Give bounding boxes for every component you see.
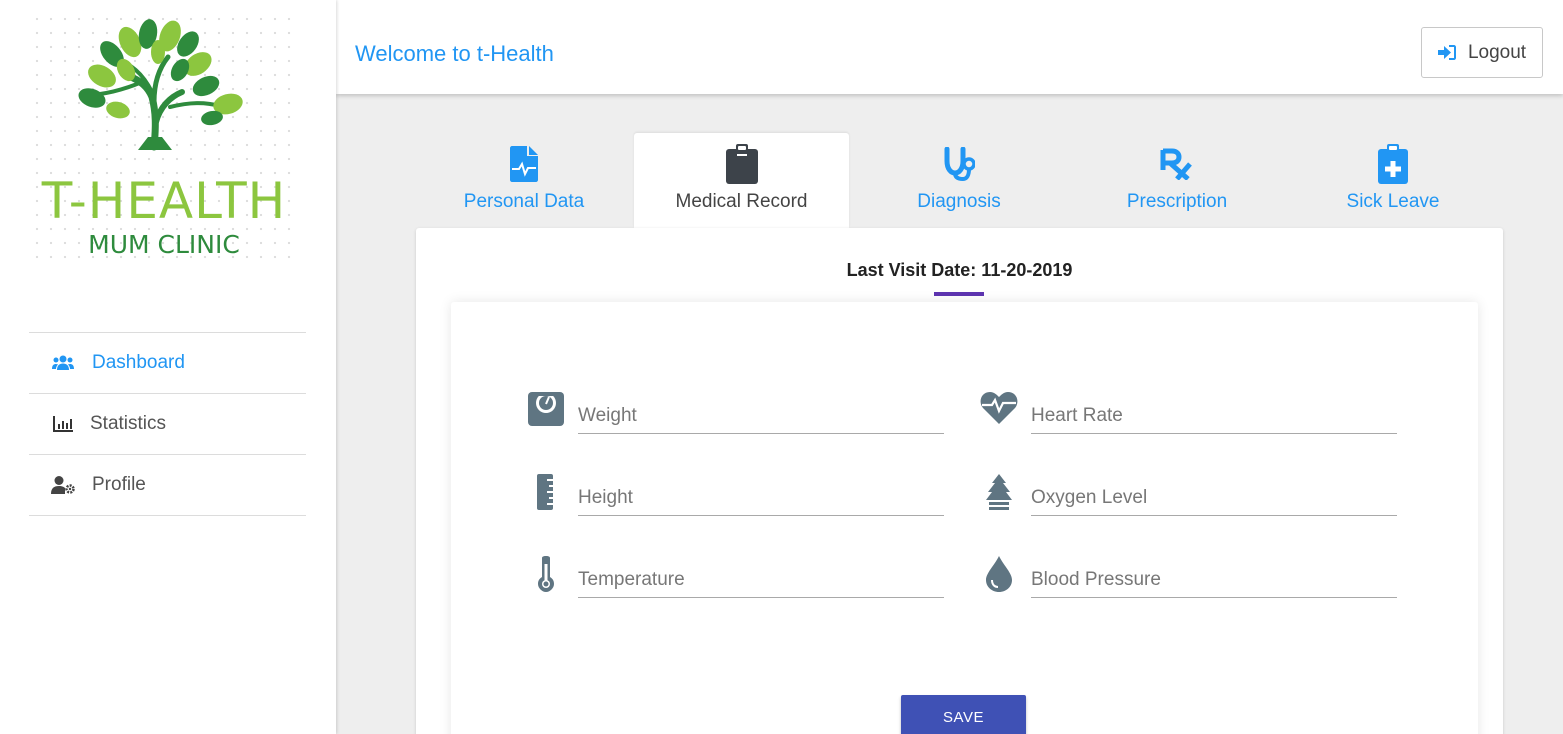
sign-out-icon: [1437, 45, 1456, 60]
bar-chart-icon: [51, 416, 75, 432]
logout-label: Logout: [1467, 41, 1527, 63]
blood-pressure-field-group: [979, 556, 1399, 602]
sidebar: T-HEALTH MUM CLINIC Dashboard Statistics…: [0, 0, 336, 734]
tab-label: Prescription: [1126, 191, 1228, 212]
tab-diagnosis[interactable]: Diagnosis: [872, 133, 1046, 228]
tree-logo-icon: [78, 19, 243, 151]
sidebar-item-label: Statistics: [90, 413, 167, 434]
tab-label: Medical Record: [675, 191, 808, 212]
file-medical-icon: [437, 141, 611, 187]
tab-personal-data[interactable]: Personal Data: [437, 133, 611, 228]
logo-title: T-HEALTH: [41, 172, 287, 230]
clipboard-medical-icon: [1306, 141, 1480, 187]
oxygen-level-input[interactable]: [1031, 480, 1397, 516]
weight-scale-icon: [526, 392, 566, 432]
tab-medical-record[interactable]: Medical Record: [634, 133, 849, 228]
sidebar-item-label: Dashboard: [92, 352, 185, 373]
temperature-input[interactable]: [578, 562, 944, 598]
height-input[interactable]: [578, 480, 944, 516]
thermometer-icon: [526, 556, 566, 596]
tab-label: Personal Data: [463, 191, 585, 212]
vitals-form: SAVE: [451, 302, 1478, 734]
weight-field-group: [526, 392, 946, 438]
tab-label: Diagnosis: [917, 191, 1001, 212]
air-freshener-icon: [979, 474, 1019, 514]
sidebar-nav: Dashboard Statistics Profile: [29, 332, 306, 516]
droplet-icon: [979, 556, 1019, 596]
blood-pressure-input[interactable]: [1031, 562, 1397, 598]
logout-button[interactable]: Logout: [1421, 27, 1543, 78]
heart-rate-field-group: [979, 392, 1399, 438]
logo-subtitle: MUM CLINIC: [88, 230, 240, 259]
welcome-title: Welcome to t-Health: [355, 41, 554, 66]
title-underline: [934, 292, 984, 296]
clipboard-icon: [634, 141, 849, 187]
temperature-field-group: [526, 556, 946, 602]
user-cog-icon: [51, 476, 75, 494]
tab-prescription[interactable]: Prescription: [1090, 133, 1264, 228]
sidebar-item-statistics[interactable]: Statistics: [29, 394, 306, 455]
clinic-logo: T-HEALTH MUM CLINIC: [30, 12, 298, 262]
sidebar-item-label: Profile: [92, 474, 146, 495]
ruler-icon: [526, 474, 566, 514]
heartbeat-icon: [979, 392, 1019, 432]
sidebar-item-profile[interactable]: Profile: [29, 455, 306, 516]
stethoscope-icon: [872, 141, 1046, 187]
last-visit-date: Last Visit Date: 11-20-2019: [846, 260, 1073, 280]
oxygen-level-field-group: [979, 474, 1399, 520]
prescription-icon: [1090, 141, 1264, 187]
save-button[interactable]: SAVE: [901, 695, 1026, 734]
users-icon: [51, 355, 75, 371]
sidebar-item-dashboard[interactable]: Dashboard: [29, 333, 306, 394]
medical-record-card: Last Visit Date: 11-20-2019 Weight Heart…: [416, 228, 1503, 734]
top-header: Welcome to t-Health Logout: [336, 0, 1563, 94]
tab-sick-leave[interactable]: Sick Leave: [1306, 133, 1480, 228]
weight-input[interactable]: [578, 398, 944, 434]
heart-rate-input[interactable]: [1031, 398, 1397, 434]
height-field-group: [526, 474, 946, 520]
tab-label: Sick Leave: [1346, 191, 1440, 212]
